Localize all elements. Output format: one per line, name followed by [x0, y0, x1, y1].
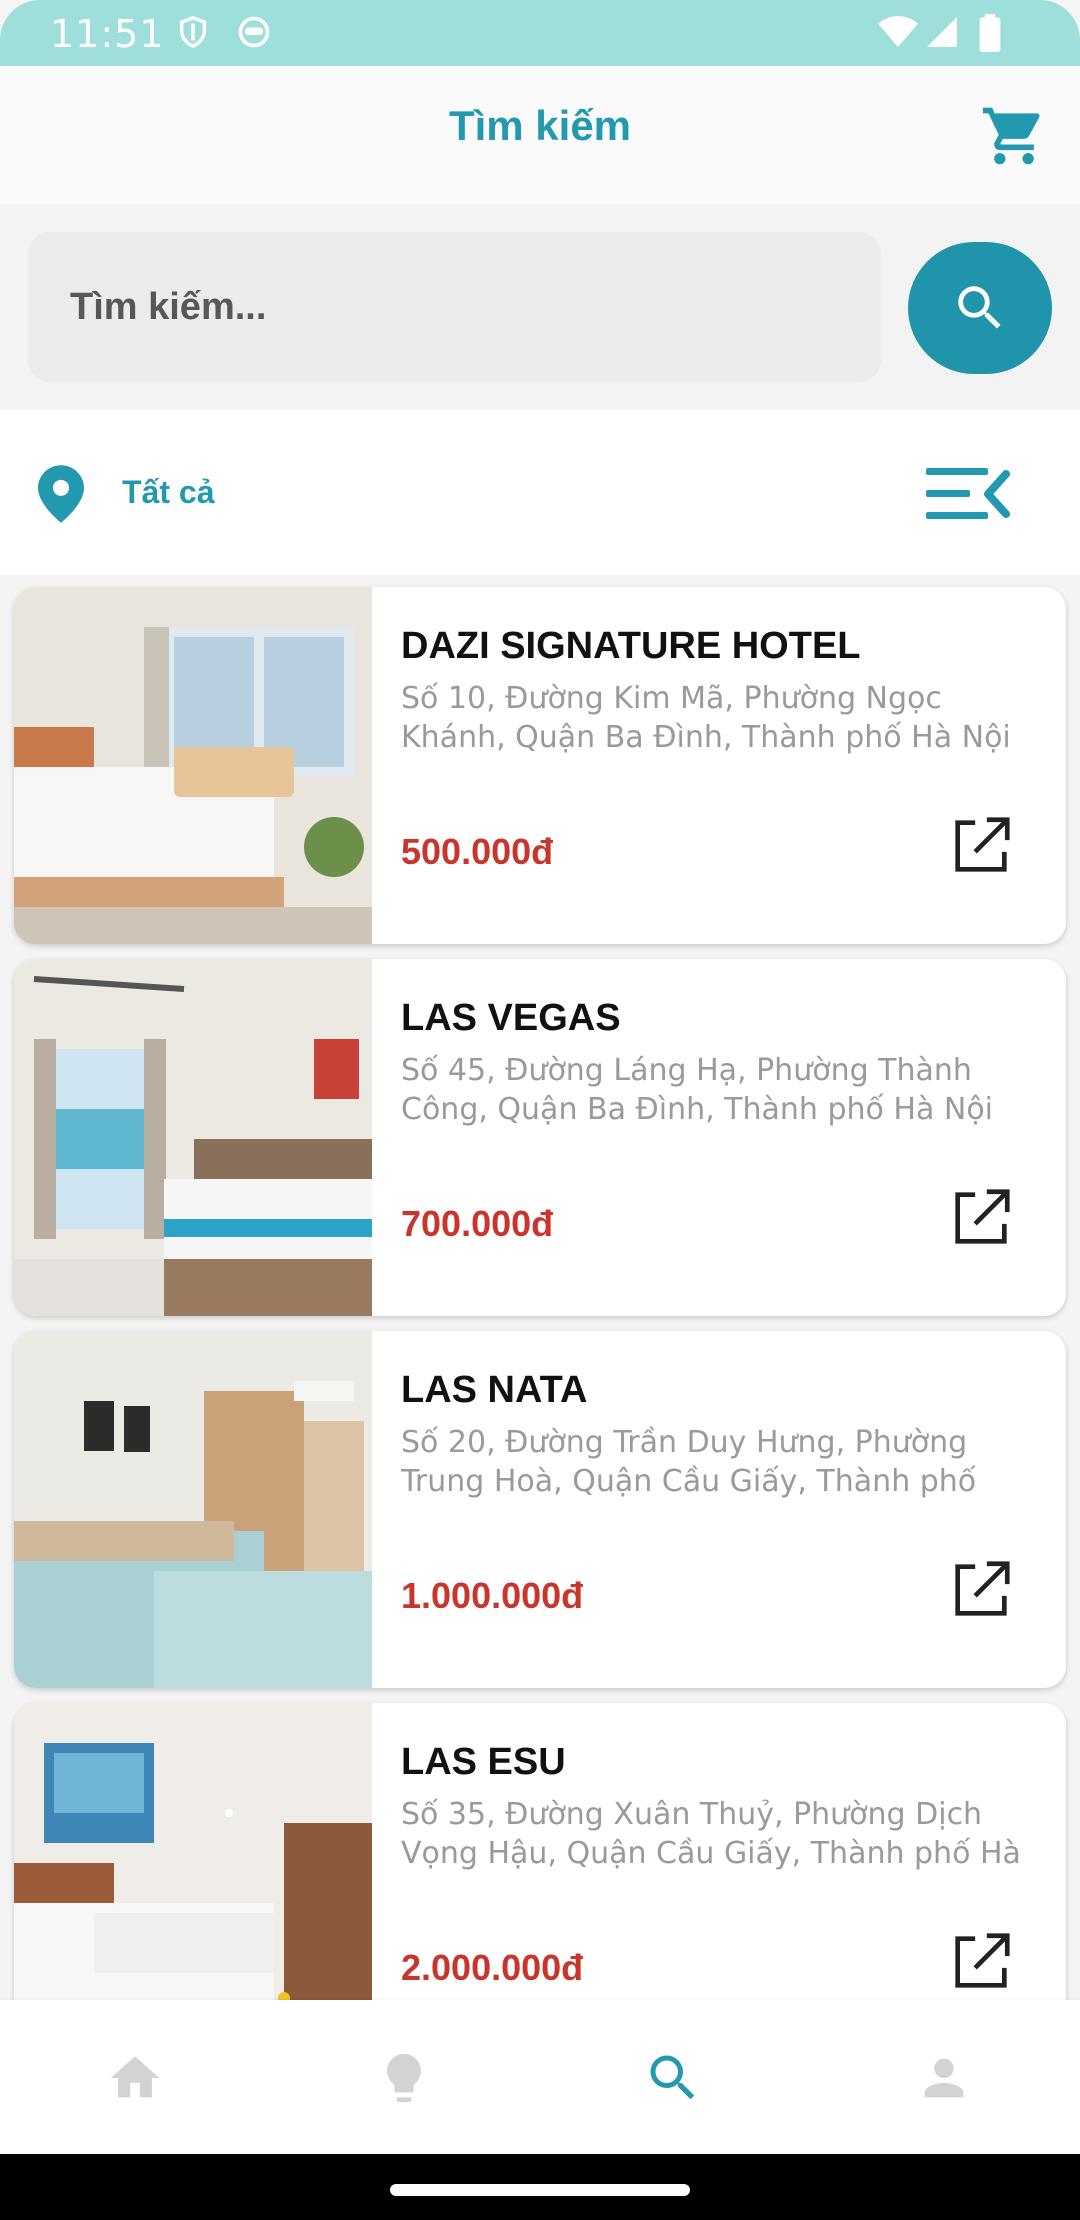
- signal-icon: [927, 17, 957, 47]
- hotel-image: [14, 959, 372, 1316]
- open-external-icon[interactable]: [946, 1555, 1016, 1625]
- filter-menu-icon[interactable]: [926, 462, 1012, 526]
- location-filter-label[interactable]: Tất cả: [122, 474, 214, 511]
- hotel-card[interactable]: LAS NATA Số 20, Đường Trần Duy Hưng, Phư…: [14, 1331, 1066, 1688]
- status-bar: 11:51: [0, 0, 1080, 66]
- nav-home[interactable]: [103, 2046, 167, 2110]
- cart-button[interactable]: [980, 102, 1048, 170]
- nav-profile[interactable]: [912, 2046, 976, 2110]
- hotel-name: LAS NATA: [401, 1369, 588, 1411]
- open-external-icon[interactable]: [946, 811, 1016, 881]
- hotel-price: 700.000đ: [401, 1203, 554, 1244]
- bottom-nav: [0, 2000, 1080, 2154]
- hotel-list: DAZI SIGNATURE HOTEL Số 10, Đường Kim Mã…: [0, 575, 1080, 2000]
- person-icon: [924, 2058, 964, 2098]
- search-icon: [650, 2055, 695, 2100]
- search-icon: [958, 286, 1001, 329]
- hotel-card[interactable]: LAS ESU Số 35, Đường Xuân Thuỷ, Phường D…: [14, 1703, 1066, 2000]
- open-external-icon[interactable]: [946, 1927, 1016, 1997]
- hotel-image: [14, 1331, 372, 1688]
- location-pin-icon[interactable]: [38, 464, 84, 524]
- nav-ideas[interactable]: [372, 2046, 436, 2110]
- nav-search[interactable]: [641, 2046, 705, 2110]
- shield-icon: [179, 16, 207, 49]
- hotel-card[interactable]: DAZI SIGNATURE HOTEL Số 10, Đường Kim Mã…: [14, 587, 1066, 944]
- hotel-price: 2.000.000đ: [401, 1947, 584, 1988]
- hotel-address: Số 20, Đường Trần Duy Hưng, Phường Trung…: [401, 1425, 977, 1499]
- battery-icon: [979, 14, 1001, 52]
- hotel-address: Số 45, Đường Láng Hạ, Phường Thành Công,…: [401, 1053, 994, 1127]
- hotel-image: [14, 1703, 372, 2000]
- hotel-price: 1.000.000đ: [401, 1575, 584, 1616]
- search-button[interactable]: [908, 242, 1052, 374]
- open-external-icon[interactable]: [946, 1183, 1016, 1253]
- lightbulb-icon: [387, 2053, 421, 2103]
- page-title: Tìm kiếm: [448, 102, 632, 149]
- hotel-image: [14, 587, 372, 944]
- gesture-handle[interactable]: [390, 2184, 690, 2196]
- hotel-address: Số 10, Đường Kim Mã, Phường Ngọc Khánh, …: [401, 681, 1011, 755]
- cart-icon: [982, 107, 1040, 165]
- hotel-name: DAZI SIGNATURE HOTEL: [401, 625, 861, 667]
- search-area: [0, 204, 1080, 410]
- hotel-name: LAS VEGAS: [401, 997, 621, 1039]
- search-input[interactable]: [28, 232, 881, 382]
- hotel-card[interactable]: LAS VEGAS Số 45, Đường Láng Hạ, Phường T…: [14, 959, 1066, 1316]
- system-gesture-bar: [0, 2154, 1080, 2220]
- status-time: 11:51: [50, 12, 165, 56]
- app-header: Tìm kiếm: [0, 66, 1080, 204]
- hotel-address: Số 35, Đường Xuân Thuỷ, Phường Dịch Vọng…: [401, 1797, 1021, 1871]
- hotel-name: LAS ESU: [401, 1741, 566, 1783]
- filter-bar: Tất cả: [0, 410, 1080, 575]
- hotel-price: 500.000đ: [401, 831, 554, 872]
- home-icon: [110, 2056, 160, 2098]
- face-icon: [238, 16, 270, 48]
- wifi-icon: [878, 16, 918, 47]
